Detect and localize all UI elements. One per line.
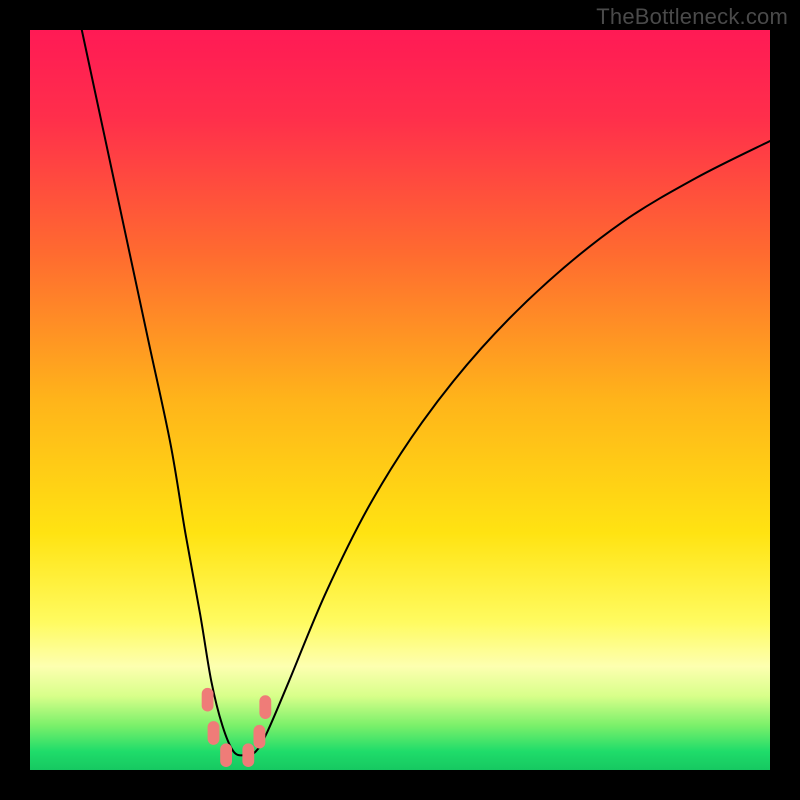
watermark-text: TheBottleneck.com <box>596 4 788 30</box>
trough-marker <box>202 688 214 712</box>
plot-area <box>30 30 770 770</box>
trough-marker <box>259 695 271 719</box>
bottleneck-curve <box>82 30 770 755</box>
trough-marker <box>220 743 232 767</box>
curve-layer <box>30 30 770 770</box>
chart-frame: TheBottleneck.com <box>0 0 800 800</box>
trough-marker <box>253 725 265 749</box>
trough-marker <box>242 743 254 767</box>
trough-marker <box>208 721 220 745</box>
